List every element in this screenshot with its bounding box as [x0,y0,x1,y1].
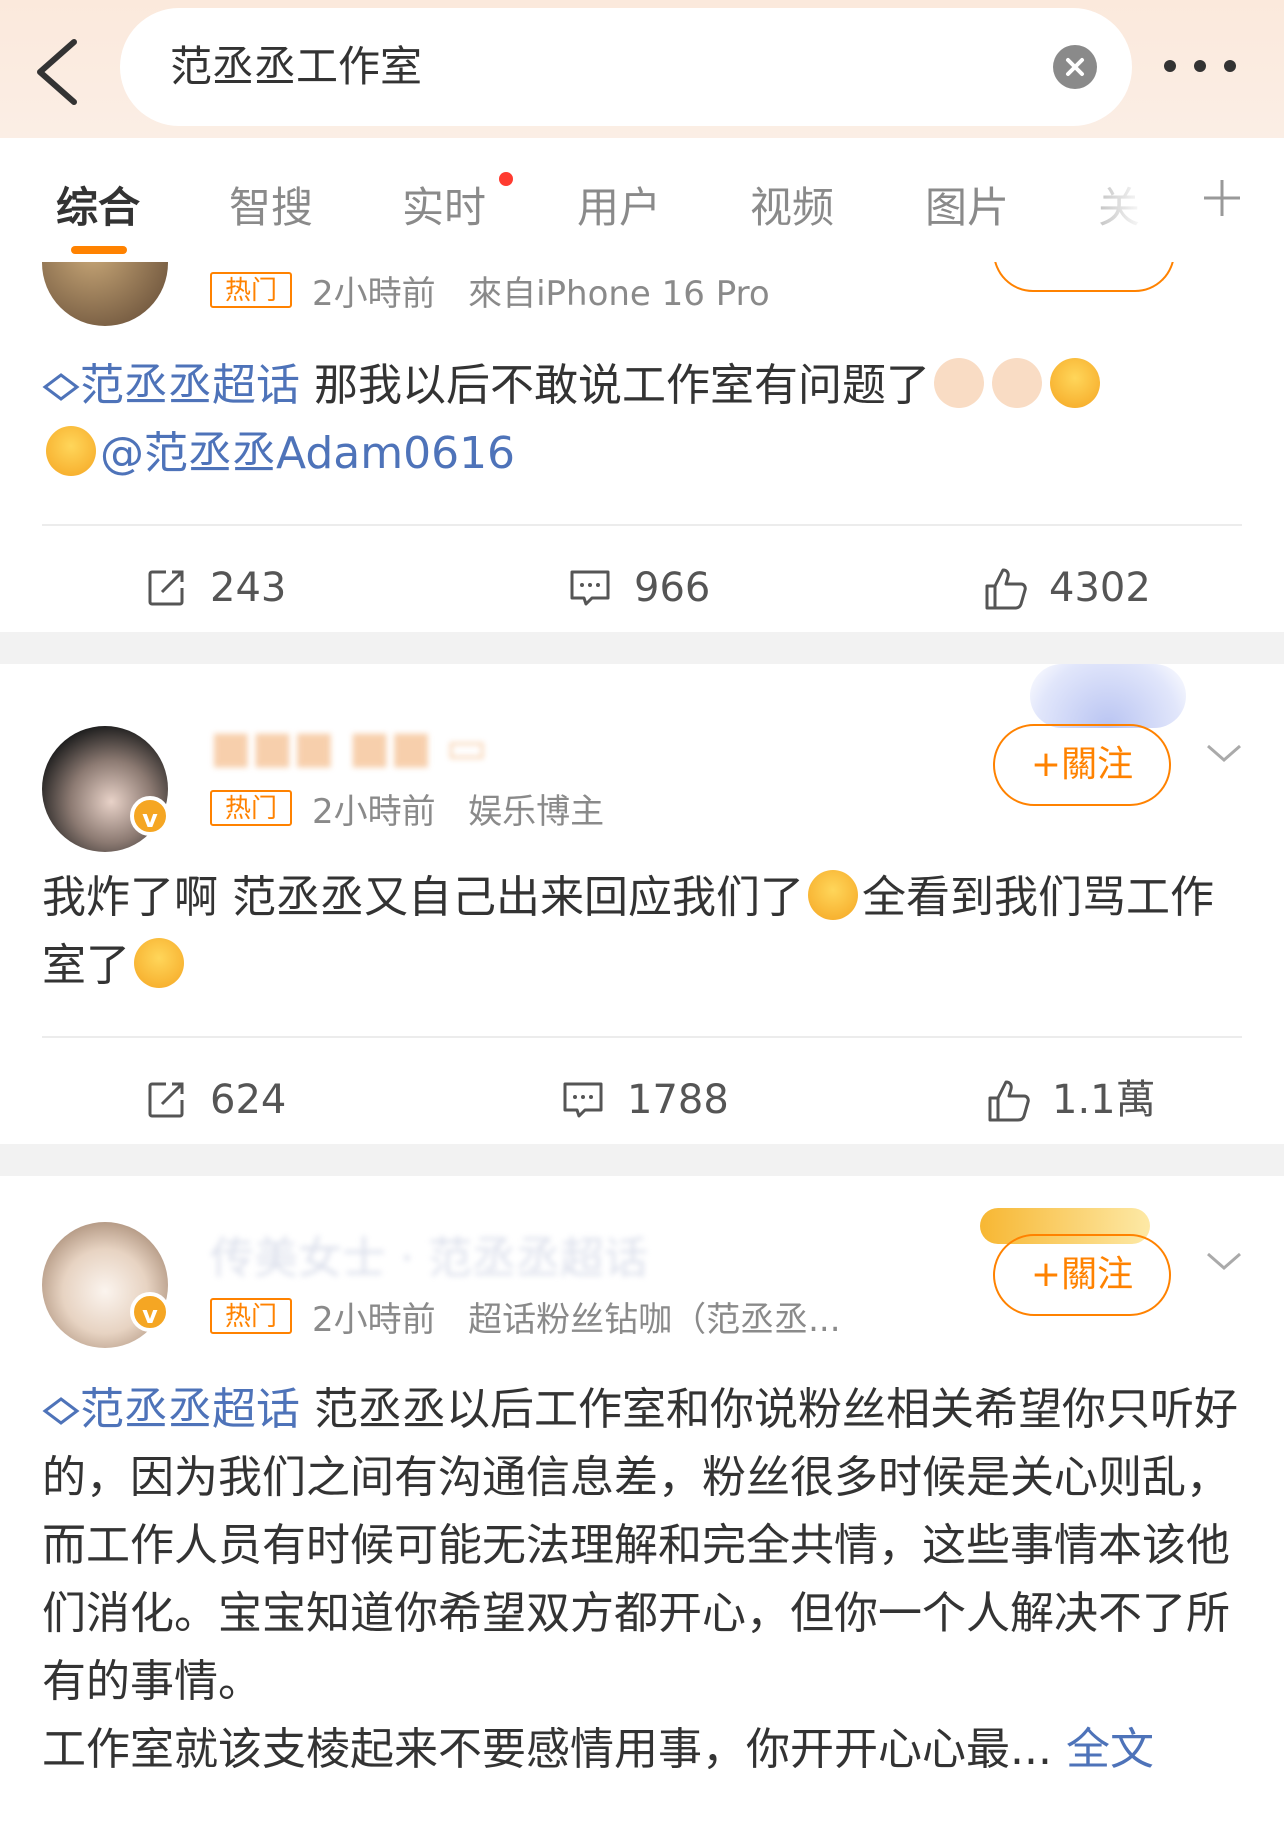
repost-count: 243 [210,565,287,611]
user-mention-link[interactable]: @范丞丞Adam0616 [100,428,515,479]
crying-face-emoji [46,426,96,476]
divider [42,1036,1242,1038]
tab-images[interactable]: 图片 [925,174,1009,235]
search-query-text: 范丞丞工作室 [170,42,423,91]
hot-tag: 热门 [210,272,292,308]
chevron-left-icon [37,39,77,105]
chevron-down-icon[interactable] [1204,1242,1244,1282]
follow-button[interactable]: +關注 [993,1234,1171,1316]
red-dot-badge [499,172,513,186]
post-source: 娱乐博主 [468,792,605,832]
sobbing-face-emoji [134,938,184,988]
post-text: 我炸了啊 范丞丞又自己出来回应我们了 全看到我们骂工作室了 [42,870,1214,991]
comment-button[interactable]: 1788 [561,1070,781,1130]
plus-icon [1204,180,1240,216]
like-button[interactable]: 1.1萬 [986,1070,1186,1130]
tab-smart-search[interactable]: 智搜 [229,174,313,235]
thumbs-up-icon [988,1080,1030,1122]
pointing-right-emoji [934,358,984,408]
tab-users[interactable]: 用户 [577,174,661,235]
more-horizontal-icon [1164,60,1236,72]
tab-comprehensive[interactable]: 综合 [56,174,140,235]
comment-icon [570,570,610,606]
close-circle-icon[interactable] [1053,45,1097,89]
post-meta: 2小時前 超话粉丝钻咖（范丞丞... [312,1292,841,1341]
decoration-icon [1030,664,1186,728]
comment-count: 966 [634,565,711,611]
fearful-face-emoji [1050,358,1100,408]
more-button[interactable] [1150,44,1250,88]
follow-button-partial[interactable] [993,262,1175,292]
post-time: 2小時前 [312,1300,436,1340]
back-button[interactable] [30,30,110,110]
tab-fade-overlay [1050,138,1170,248]
divider [42,524,1242,526]
topic-link[interactable]: 范丞丞超话 [42,360,300,411]
post-text: 范丞丞超话 范丞丞以后工作室和你说粉丝相关希望你只听好的，因为我们之间有沟通信息… [42,1384,1238,1775]
follow-button[interactable]: +關注 [993,724,1171,806]
tab-videos[interactable]: 视频 [750,174,834,235]
comment-icon [563,1082,603,1118]
verified-badge: v [130,796,170,836]
post-source: 來自iPhone 16 Pro [468,274,770,314]
username[interactable]: ■■■ ■■ ▭ [210,722,487,773]
comment-button[interactable]: 966 [568,558,768,618]
topic-link[interactable]: 范丞丞超话 [42,1384,300,1435]
chevron-down-icon[interactable] [1204,734,1244,774]
post-card[interactable]: v 传美女士 · 范丞丞超话 +關注 热门 2小時前 超话粉丝钻咖（范丞丞...… [0,1176,1284,1830]
pointing-left-emoji [992,358,1042,408]
verified-badge: v [130,1292,170,1332]
post-text: 范丞丞超话 那我以后不敢说工作室有问题了 @范丞丞Adam0616 [42,352,1242,488]
read-more-link[interactable]: 全文 [1066,1724,1154,1775]
repost-count: 624 [210,1077,287,1123]
like-count: 1.1萬 [1052,1077,1156,1123]
top-search-bar: 范丞丞工作室 [0,0,1284,138]
active-tab-indicator [71,246,127,254]
post-source: 超话粉丝钻咖（范丞丞... [468,1300,841,1340]
repost-icon [148,570,184,606]
repost-button[interactable]: 624 [144,1070,344,1130]
repost-button[interactable]: 243 [144,558,344,618]
hot-tag: 热门 [210,790,292,826]
username[interactable]: 传美女士 · 范丞丞超话 [210,1222,648,1284]
post-card[interactable]: v ■■■ ■■ ▭ +關注 热门 2小時前 娱乐博主 我炸了啊 范丞丞又自己出… [0,664,1284,1144]
like-button[interactable]: 4302 [983,558,1183,618]
avatar[interactable] [42,262,168,326]
sobbing-face-emoji [808,870,858,920]
diamond-icon [42,373,80,401]
search-input[interactable]: 范丞丞工作室 [120,8,1132,126]
post-meta: 2小時前 娱乐博主 [312,784,604,833]
like-count: 4302 [1049,565,1151,611]
post-time: 2小時前 [312,792,436,832]
thumbs-up-icon [985,568,1027,610]
tab-realtime[interactable]: 实时 [402,174,486,235]
repost-icon [148,1082,184,1118]
hot-tag: 热门 [210,1298,292,1334]
add-tab-button[interactable] [1198,174,1246,222]
post-time: 2小時前 [312,274,436,314]
diamond-icon [42,1397,80,1425]
search-tabs: 综合 智搜 实时 用户 视频 图片 关 [0,138,1284,262]
post-meta: 2小時前 來自iPhone 16 Pro [312,266,770,315]
post-card[interactable]: 热门 2小時前 來自iPhone 16 Pro 范丞丞超话 那我以后不敢说工作室… [0,262,1284,632]
comment-count: 1788 [627,1077,729,1123]
